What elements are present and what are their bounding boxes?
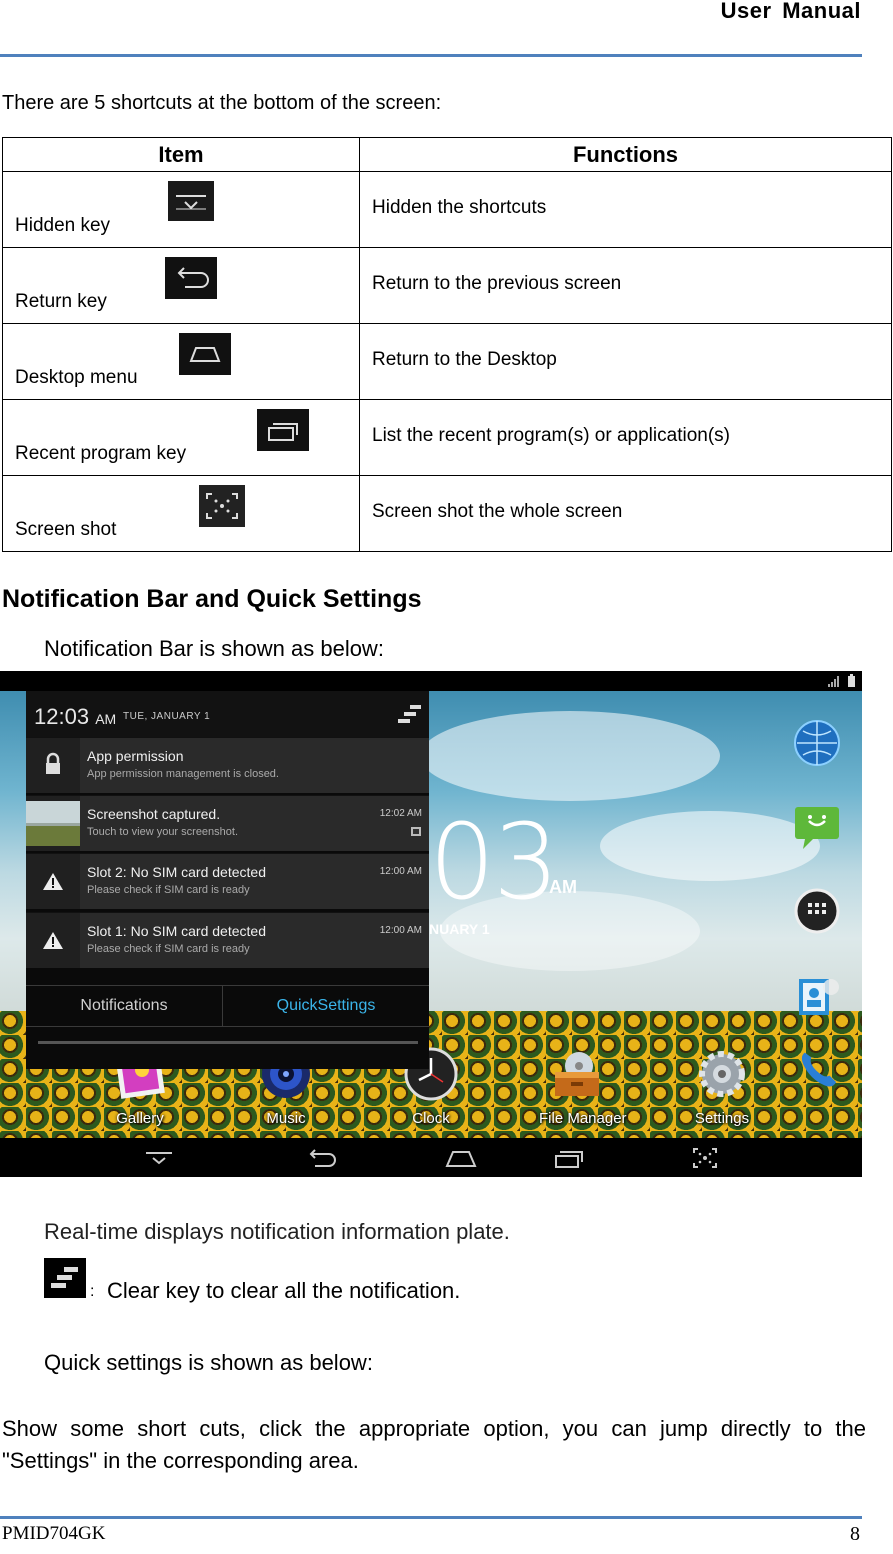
dock-label: Settings [694, 1110, 750, 1127]
function-cell: Hidden the shortcuts [359, 171, 892, 248]
dock-label: Music [266, 1110, 306, 1127]
clear-all-icon[interactable] [398, 703, 422, 725]
item-cell: Return key [2, 247, 360, 324]
dock-phone[interactable] [795, 1046, 841, 1126]
table-row: Return key Return to the previous screen [2, 247, 892, 324]
notification-time: 12:00 AM [379, 925, 422, 936]
clear-key-icon [44, 1258, 86, 1298]
notification-title: Screenshot captured. [87, 806, 221, 822]
item-cell: Hidden key [2, 171, 360, 248]
home-clock-ampm: AM [549, 877, 577, 897]
phone-icon [801, 1052, 837, 1087]
notification-time: 12:00 AM [379, 866, 422, 877]
intro-text: There are 5 shortcuts at the bottom of t… [2, 92, 442, 114]
hide-icon[interactable] [142, 1146, 176, 1170]
table-row: Hidden key Hidden the shortcuts [2, 171, 892, 248]
notification-title: App permission [87, 748, 184, 764]
table-row: Screen shot Screen shot the whole screen [2, 475, 892, 552]
clear-colon: : [90, 1283, 95, 1300]
home-clock-time: 03 [429, 801, 559, 923]
home-icon[interactable] [444, 1146, 478, 1170]
back-icon[interactable] [305, 1146, 339, 1170]
footer-rule [0, 1516, 862, 1519]
warning-icon [26, 854, 80, 909]
item-label: Screen shot [15, 519, 117, 540]
tablet-screenshot: 03 AM NUARY 1 Gallery Music Clock File M… [0, 671, 862, 1177]
dock-settings[interactable]: Settings [694, 1046, 750, 1127]
section-heading: Notification Bar and Quick Settings [2, 585, 422, 613]
col-header-functions: Functions [359, 137, 892, 172]
notification-subtitle: Please check if SIM card is ready [87, 943, 250, 955]
file-manager-icon [555, 1052, 599, 1096]
tab-notifications[interactable]: Notifications [26, 986, 223, 1026]
notification-item[interactable]: Slot 2: No SIM card detected Please chec… [26, 853, 429, 909]
lock-icon [26, 738, 80, 793]
warning-icon [26, 913, 80, 968]
shade-date: TUE, JANUARY 1 [123, 711, 211, 722]
table-header-row: Item Functions [2, 137, 892, 172]
function-cell: Return to the previous screen [359, 247, 892, 324]
shortcut-table: Item Functions Hidden key Hidden the sho… [2, 137, 892, 552]
shade-time: 12:03 AM [34, 704, 117, 729]
notification-title: Slot 2: No SIM card detected [87, 864, 266, 880]
header-rule [0, 54, 862, 57]
notification-item[interactable]: Screenshot captured. Touch to view your … [26, 795, 429, 851]
function-cell: Return to the Desktop [359, 323, 892, 400]
header-title: User Manual [720, 0, 861, 23]
realtime-text: Real-time displays notification informat… [44, 1219, 510, 1244]
recent-apps-icon [257, 409, 309, 451]
navigation-bar [0, 1138, 862, 1177]
function-cell: List the recent program(s) or applicatio… [359, 399, 892, 476]
body-paragraph: Show some short cuts, click the appropri… [2, 1416, 866, 1473]
notification-subtitle: App permission management is closed. [87, 768, 279, 780]
app-drawer-icon[interactable] [793, 887, 841, 935]
shade-handle[interactable] [38, 1041, 418, 1044]
notification-shade: 12:03 AM TUE, JANUARY 1 App permission A… [26, 691, 429, 1069]
quick-settings-text: Quick settings is shown as below: [44, 1350, 373, 1375]
screenshot-icon [199, 485, 245, 527]
dock-label: Gallery [116, 1110, 164, 1127]
item-label: Recent program key [15, 443, 187, 464]
settings-gear-icon [699, 1051, 745, 1097]
notification-time: 12:02 AM [379, 808, 422, 819]
screenshot-icon[interactable] [688, 1146, 722, 1170]
table-row: Recent program key List the recent progr… [2, 399, 892, 476]
shade-header: 12:03 AM TUE, JANUARY 1 [26, 691, 429, 737]
notification-title: Slot 1: No SIM card detected [87, 923, 266, 939]
page-number: 8 [850, 1523, 860, 1545]
dock-label: File Manager [539, 1110, 627, 1127]
tab-quick-settings[interactable]: QuickSettings [223, 986, 429, 1026]
function-cell: Screen shot the whole screen [359, 475, 892, 552]
item-label: Desktop menu [15, 367, 138, 388]
hide-icon [168, 181, 214, 221]
signal-battery-icon [828, 674, 855, 687]
image-small-icon [411, 827, 421, 836]
screenshot-thumbnail [26, 796, 80, 851]
item-label: Return key [15, 291, 107, 312]
home-icon [179, 333, 231, 375]
notification-item[interactable]: Slot 1: No SIM card detected Please chec… [26, 912, 429, 968]
dock-file-manager[interactable]: File Manager [539, 1046, 627, 1127]
footer-model: PMID704GK [2, 1523, 106, 1544]
back-icon [165, 257, 217, 299]
item-cell: Screen shot [2, 475, 360, 552]
item-cell: Recent program key [2, 399, 360, 476]
browser-icon[interactable] [793, 719, 841, 767]
shade-tabs: Notifications QuickSettings [26, 985, 429, 1027]
recent-apps-icon[interactable] [552, 1146, 586, 1170]
clear-key-text: Clear key to clear all the notification. [107, 1278, 461, 1303]
notification-subtitle: Please check if SIM card is ready [87, 884, 250, 896]
notification-item[interactable]: App permission App permission management… [26, 737, 429, 793]
dock-label: Clock [412, 1110, 450, 1127]
notification-subtitle: Touch to view your screenshot. [87, 826, 239, 838]
item-label: Hidden key [15, 215, 111, 236]
item-cell: Desktop menu [2, 323, 360, 400]
messaging-icon[interactable] [793, 803, 841, 851]
contacts-icon[interactable] [793, 971, 841, 1019]
status-bar [0, 671, 862, 691]
home-clock-date: NUARY 1 [429, 921, 490, 937]
table-row: Desktop menu Return to the Desktop [2, 323, 892, 400]
col-header-item: Item [2, 137, 360, 172]
notification-intro: Notification Bar is shown as below: [44, 636, 384, 661]
